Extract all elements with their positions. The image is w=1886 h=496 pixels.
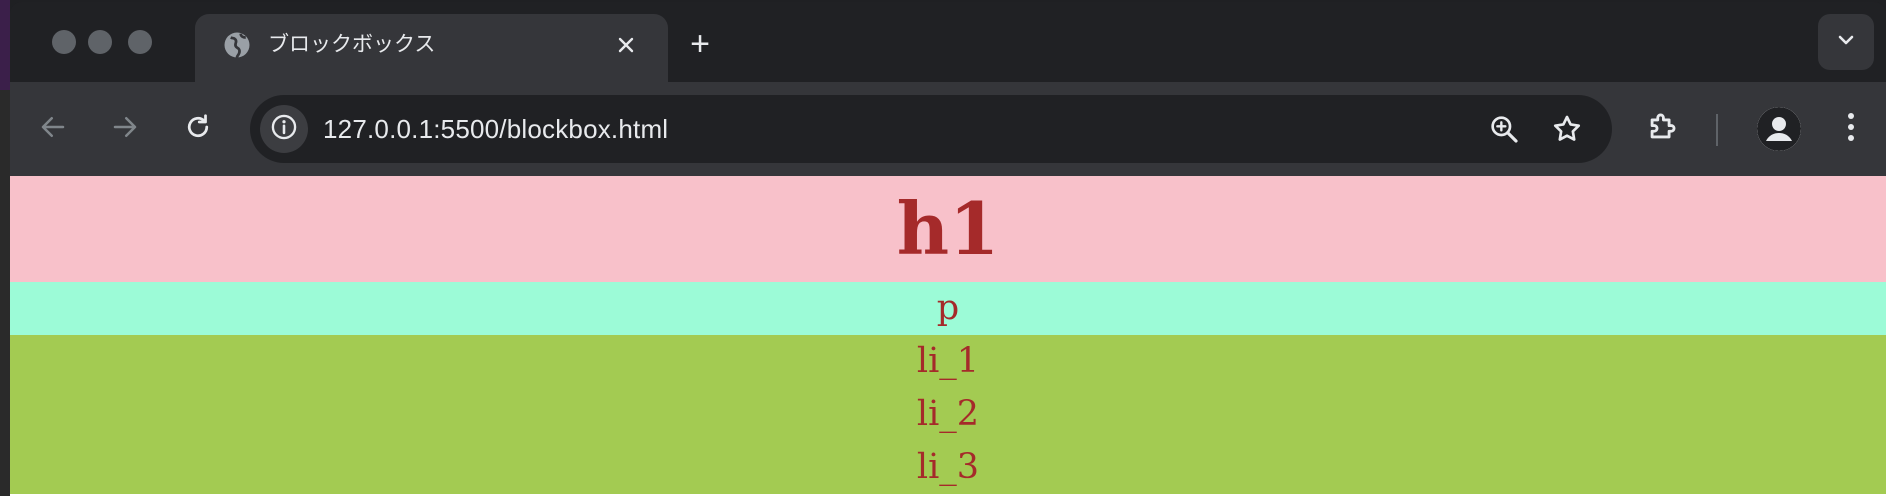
tab-strip: ブロックボックス + (10, 2, 1886, 84)
reload-button[interactable] (173, 104, 223, 154)
toolbar-separator (1716, 114, 1718, 146)
zoom-icon[interactable] (1487, 112, 1521, 146)
forward-icon (110, 112, 140, 147)
more-vert-icon (1846, 111, 1856, 148)
extensions-button[interactable] (1637, 104, 1687, 154)
tab-search-button[interactable] (1818, 14, 1874, 70)
page-viewport: h1 p li_1 li_2 li_3 (10, 176, 1886, 496)
url-text[interactable]: 127.0.0.1:5500/blockbox.html (323, 112, 668, 146)
window-close-button[interactable] (52, 30, 76, 54)
reload-icon (183, 112, 213, 147)
toolbar: 127.0.0.1:5500/blockbox.html (10, 82, 1886, 176)
puzzle-icon (1645, 110, 1679, 149)
window-zoom-button[interactable] (128, 30, 152, 54)
window-minimize-button[interactable] (88, 30, 112, 54)
profile-icon (1757, 107, 1801, 151)
plus-icon: + (690, 25, 710, 63)
browser-window: ブロックボックス + 127.0.0.1:5500/blockbox.html … (10, 2, 1886, 496)
list-item: li_1 (916, 341, 980, 381)
desktop-background (0, 0, 10, 496)
new-tab-button[interactable]: + (680, 24, 720, 64)
star-icon[interactable] (1550, 112, 1584, 146)
forward-button[interactable] (100, 104, 150, 154)
page-heading: h1 (10, 176, 1886, 282)
page-paragraph: p (10, 282, 1886, 335)
globe-icon (222, 30, 252, 60)
tab-title: ブロックボックス (268, 32, 436, 56)
back-icon (38, 112, 68, 147)
site-info-button[interactable] (260, 105, 308, 153)
page-list: li_1 li_2 li_3 (10, 335, 1886, 494)
info-icon (270, 113, 298, 146)
tab-active[interactable]: ブロックボックス (195, 14, 668, 84)
chevron-down-icon (1835, 29, 1857, 56)
profile-button[interactable] (1757, 107, 1801, 151)
list-item: li_3 (916, 447, 980, 487)
close-icon[interactable] (611, 30, 641, 60)
address-bar[interactable]: 127.0.0.1:5500/blockbox.html (250, 95, 1612, 163)
back-button[interactable] (28, 104, 78, 154)
list-item: li_2 (916, 394, 980, 434)
menu-button[interactable] (1826, 104, 1876, 154)
